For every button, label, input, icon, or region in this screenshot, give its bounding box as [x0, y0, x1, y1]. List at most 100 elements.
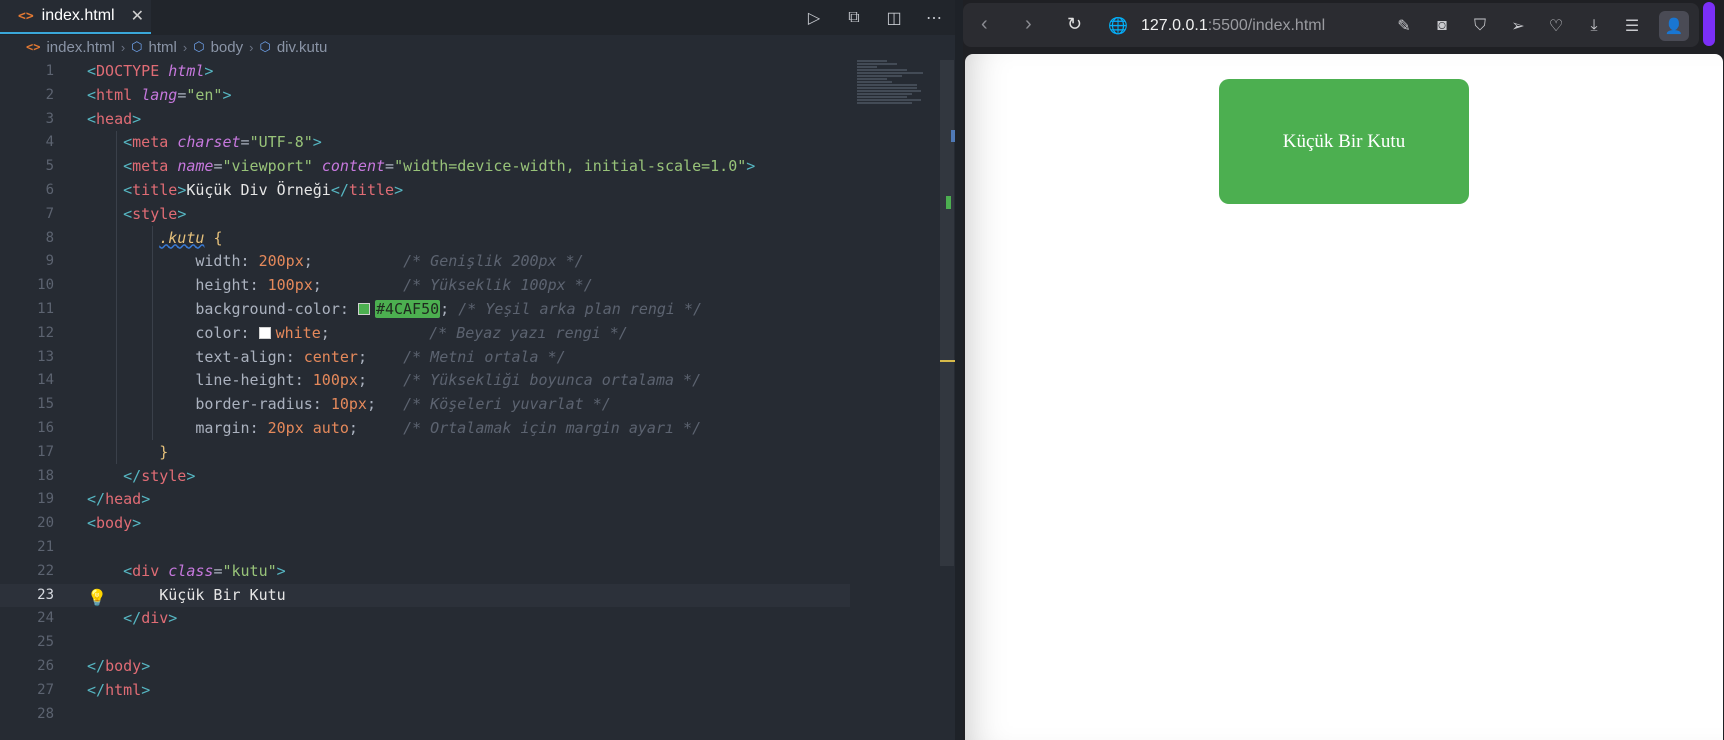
split-editor-icon[interactable]: ◫: [885, 8, 903, 28]
code-line: 12 color: white; /* Beyaz yazı rengi */: [0, 322, 850, 346]
line-number: 4: [45, 134, 54, 151]
line-number: 7: [45, 205, 54, 222]
code-line: 10 height: 100px; /* Yükseklik 100px */: [0, 274, 850, 298]
line-number: 11: [37, 300, 54, 317]
element-icon: ⬡: [259, 39, 271, 54]
code-line: 1 <DOCTYPE html>: [0, 60, 850, 84]
browser-window: ‹ › ↻ 🌐 127.0.0.1:5500/index.html ✎ ◙ ⛉ …: [963, 0, 1724, 740]
green-box: Küçük Bir Kutu: [1219, 79, 1469, 204]
code-line: 7 <style>: [0, 203, 850, 227]
color-swatch-white[interactable]: [258, 326, 271, 339]
breadcrumb-item[interactable]: div.kutu: [277, 39, 328, 56]
code-line: 22 <div class="kutu">: [0, 560, 850, 584]
chevron-right-icon: ›: [120, 39, 126, 55]
code-line: 5 <meta name="viewport" content="width=d…: [0, 155, 850, 179]
line-number: 6: [45, 181, 54, 198]
breadcrumb-item[interactable]: html: [149, 39, 177, 56]
sidebar-accent: [1703, 2, 1715, 46]
line-number: 24: [37, 610, 54, 627]
shield-icon[interactable]: ⛉: [1469, 17, 1491, 35]
line-number: 27: [37, 681, 54, 698]
code-line: 13 text-align: center; /* Metni ortala *…: [0, 346, 850, 370]
line-number: 25: [37, 634, 54, 651]
code-line: 16 margin: 20px auto; /* Ortalamak için …: [0, 417, 850, 441]
browser-toolbar: ‹ › ↻ 🌐 127.0.0.1:5500/index.html ✎ ◙ ⛉ …: [963, 3, 1699, 47]
editor-tab-bar: <> index.html ✕ ▷ ⧉ ◫ ⋯: [0, 0, 955, 35]
address-bar[interactable]: 127.0.0.1:5500/index.html: [1141, 17, 1325, 35]
run-icon[interactable]: ▷: [805, 8, 823, 28]
code-line: 28: [0, 703, 850, 727]
editor-actions: ▷ ⧉ ◫ ⋯: [805, 0, 943, 35]
line-number: 1: [45, 63, 54, 79]
edit-icon[interactable]: ✎: [1393, 16, 1415, 36]
element-icon: ⬡: [193, 39, 205, 54]
tab-index-html[interactable]: <> index.html ✕: [0, 0, 151, 34]
line-number: 12: [37, 324, 54, 341]
more-icon[interactable]: ⋯: [925, 8, 943, 28]
code-line: 25: [0, 631, 850, 655]
line-number: 16: [37, 419, 54, 436]
globe-icon: 🌐: [1108, 18, 1128, 35]
line-number: 22: [37, 562, 54, 579]
line-number: 3: [45, 110, 54, 127]
line-number: 28: [37, 705, 54, 722]
code-line: 27 </html>: [0, 679, 850, 703]
code-line: 26 </body>: [0, 655, 850, 679]
line-number: 17: [37, 443, 54, 460]
reload-icon[interactable]: ↻: [1067, 14, 1082, 35]
minimap[interactable]: [857, 60, 927, 120]
line-number: 26: [37, 657, 54, 674]
chevron-right-icon: ›: [182, 39, 188, 55]
code-line: 9 width: 200px; /* Genişlik 200px */: [0, 250, 850, 274]
code-line: 15 border-radius: 10px; /* Köşeleri yuva…: [0, 393, 850, 417]
forward-icon[interactable]: ›: [1025, 13, 1032, 36]
tab-label: index.html: [41, 7, 115, 24]
color-swatch-green[interactable]: [357, 302, 370, 315]
scroll-marker: [951, 130, 955, 142]
element-icon: ⬡: [131, 39, 143, 54]
code-line: 19 </head>: [0, 488, 850, 512]
scroll-marker: [940, 360, 955, 362]
line-number: 21: [37, 538, 54, 555]
html-file-icon: <>: [26, 40, 41, 54]
code-line: 11 background-color: #4CAF50; /* Yeşil a…: [0, 298, 850, 322]
back-icon[interactable]: ‹: [981, 13, 988, 36]
line-number: 13: [37, 348, 54, 365]
close-icon[interactable]: ✕: [131, 6, 144, 26]
code-line: 17 }: [0, 441, 850, 465]
screenshot-icon[interactable]: ◙: [1431, 17, 1453, 35]
menu-icon[interactable]: ☰: [1621, 16, 1643, 36]
code-area[interactable]: 1 <DOCTYPE html> 2 <html lang="en"> 3 <head…: [0, 60, 850, 726]
code-line: 6 <title>Küçük Div Örneği</title>: [0, 179, 850, 203]
line-number: 5: [45, 158, 54, 175]
code-line: 4 <meta charset="UTF-8">: [0, 131, 850, 155]
line-number: 15: [37, 396, 54, 413]
breadcrumb: <> index.html › ⬡ html › ⬡ body › ⬡ div.…: [26, 36, 327, 58]
page-viewport: Küçük Bir Kutu: [965, 54, 1723, 740]
split-preview-icon[interactable]: ⧉: [845, 9, 863, 27]
code-line: 18 </style>: [0, 465, 850, 489]
line-number: 8: [45, 229, 54, 246]
line-number: 20: [37, 515, 54, 532]
profile-icon[interactable]: 👤: [1659, 11, 1689, 41]
send-icon[interactable]: ➢: [1507, 16, 1529, 36]
scroll-marker: [946, 196, 951, 209]
breadcrumb-item[interactable]: body: [211, 39, 244, 56]
line-number: 19: [37, 491, 54, 508]
download-icon[interactable]: ⤓: [1583, 17, 1605, 35]
chevron-right-icon: ›: [249, 39, 254, 55]
code-line: 2 <html lang="en">: [0, 84, 850, 108]
code-editor[interactable]: <> index.html ✕ ▷ ⧉ ◫ ⋯ <> index.html › …: [0, 0, 955, 740]
breadcrumb-item[interactable]: index.html: [46, 39, 114, 56]
line-number: 2: [45, 86, 54, 103]
code-line-active[interactable]: 23 💡 Küçük Bir Kutu: [0, 583, 850, 608]
heart-icon[interactable]: ♡: [1545, 16, 1567, 36]
browser-actions: ✎ ◙ ⛉ ➢ ♡ ⤓ ☰ 👤: [1393, 11, 1689, 41]
code-line: 20 <body>: [0, 512, 850, 536]
code-line: 24 </div>: [0, 607, 850, 631]
line-number: 9: [45, 253, 54, 270]
line-number: 10: [37, 277, 54, 294]
code-line: 8 .kutu {: [0, 227, 850, 251]
html-file-icon: <>: [18, 8, 34, 24]
line-number: 23: [37, 586, 54, 603]
